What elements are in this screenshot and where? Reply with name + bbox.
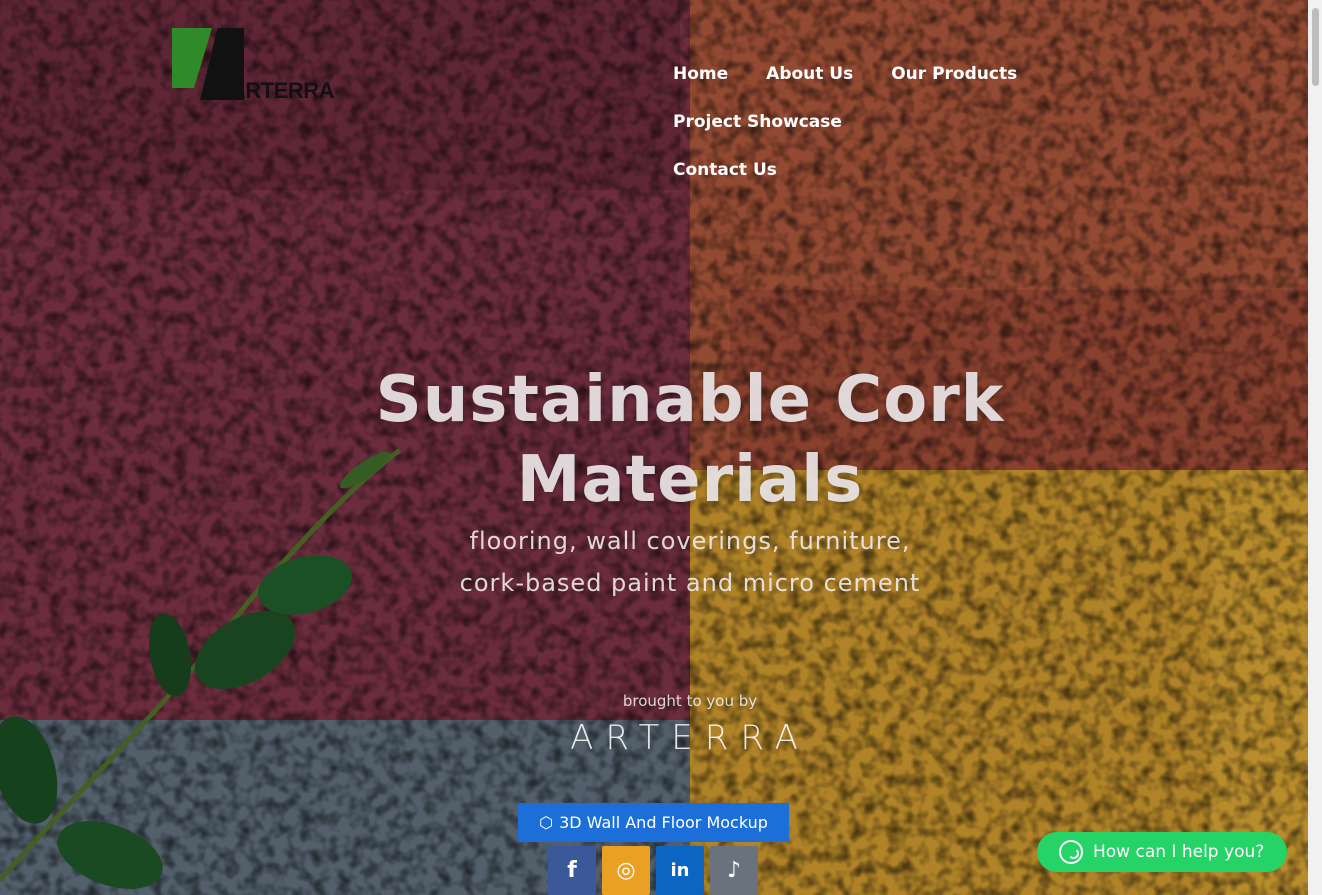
3d-mockup-button[interactable]: ⬡ 3D Wall And Floor Mockup <box>518 803 789 842</box>
hero-subline-2: cork-based paint and micro cement <box>459 569 921 597</box>
scrollbar-track[interactable] <box>1308 0 1322 895</box>
facebook-icon[interactable]: f <box>548 846 596 895</box>
brought-to-you-text: brought to you by <box>622 692 758 710</box>
arterra-logo[interactable]: ARTERRA <box>170 28 335 108</box>
mockup-button-label: 3D Wall And Floor Mockup <box>559 813 768 832</box>
instagram-icon[interactable]: ◎ <box>602 846 650 895</box>
tiktok-icon[interactable]: ♪ <box>710 846 758 895</box>
nav-project-showcase[interactable]: Project Showcase <box>673 98 842 146</box>
hero-subline-1: flooring, wall coverings, furniture, <box>469 527 911 555</box>
nav-our-products[interactable]: Our Products <box>891 50 1017 98</box>
facebook-glyph: f <box>567 858 577 883</box>
hero-section: ARTERRA Home About Us Our Products Project … <box>0 0 1308 895</box>
social-links: f ◎ in ♪ <box>548 846 758 895</box>
main-nav: Home About Us Our Products Project Showcase… <box>673 50 1253 194</box>
cube-icon: ⬡ <box>539 813 554 832</box>
linkedin-glyph: in <box>670 860 690 881</box>
linkedin-icon[interactable]: in <box>656 846 704 895</box>
hero-headline-text: Sustainable Cork Materials <box>375 363 1005 517</box>
nav-home[interactable]: Home <box>673 50 728 98</box>
brand-wordmark: ARTERRA <box>570 718 810 758</box>
tiktok-glyph: ♪ <box>726 858 742 883</box>
whatsapp-chat-button[interactable]: How can I help you? <box>1037 832 1287 872</box>
logo-wordmark: ARTERRA <box>230 78 335 103</box>
whatsapp-icon <box>1059 840 1083 864</box>
hero-headline: Sustainable Cork Materials <box>0 360 1308 520</box>
nav-contact-us[interactable]: Contact Us <box>673 146 777 194</box>
whatsapp-label: How can I help you? <box>1093 842 1265 862</box>
nav-about-us[interactable]: About Us <box>766 50 853 98</box>
hero-subline: flooring, wall coverings, furniture, cor… <box>0 520 1308 604</box>
scrollbar-thumb[interactable] <box>1312 8 1319 86</box>
instagram-glyph: ◎ <box>616 858 636 883</box>
